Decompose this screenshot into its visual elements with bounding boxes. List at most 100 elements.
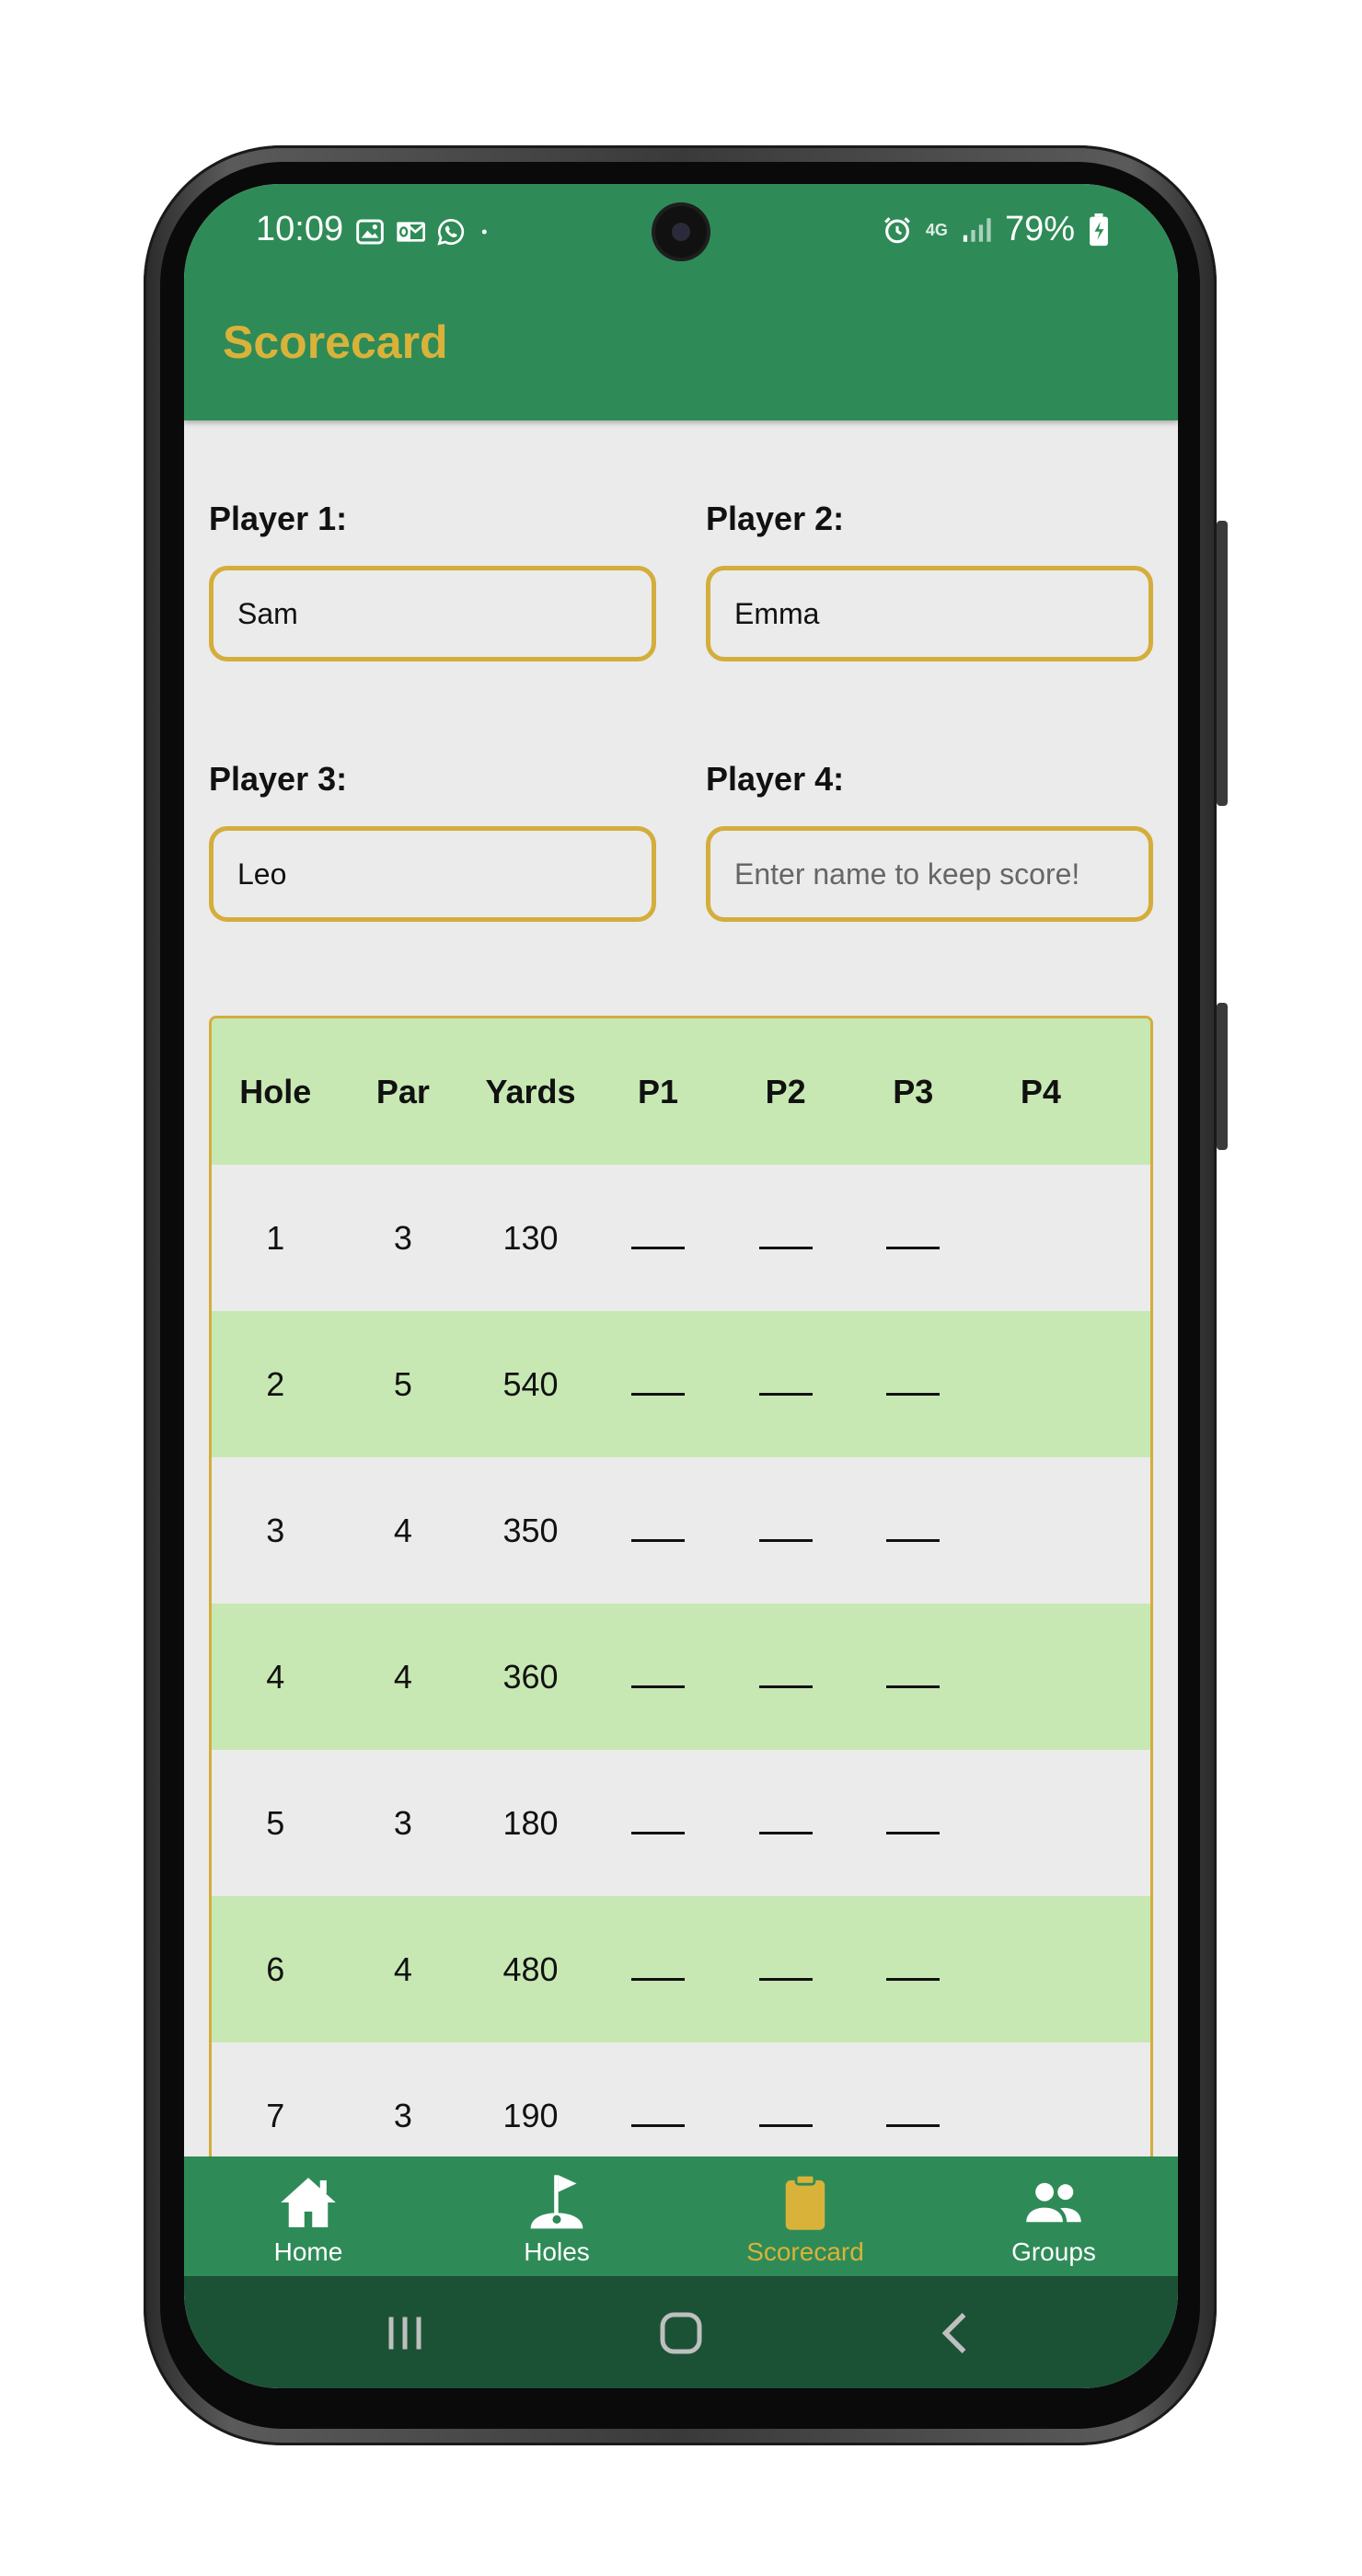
p2-score-blank[interactable] xyxy=(758,1663,813,1688)
p3-score-cell[interactable] xyxy=(849,2097,977,2135)
nav-label-groups: Groups xyxy=(1011,2237,1096,2266)
p1-score-blank[interactable] xyxy=(631,1956,686,1981)
p2-score-blank[interactable] xyxy=(758,1956,813,1981)
p3-score-blank[interactable] xyxy=(886,1810,941,1834)
status-bar: 10:09 4G 79% xyxy=(184,184,1178,281)
p2-score-cell[interactable] xyxy=(721,1804,849,1843)
p2-score-blank[interactable] xyxy=(758,1371,813,1396)
hole-number: 6 xyxy=(266,1949,285,1988)
p3-score-blank[interactable] xyxy=(886,2102,941,2127)
home-icon xyxy=(281,2178,336,2227)
player-2-field-group: Player 2: xyxy=(706,500,1153,661)
system-navigation-bar xyxy=(184,2276,1178,2388)
p3-score-blank[interactable] xyxy=(886,1517,941,1542)
hole-yards: 180 xyxy=(502,1803,559,1842)
p3-score-cell[interactable] xyxy=(849,1512,977,1550)
hole-par: 3 xyxy=(393,1803,412,1842)
p1-score-blank[interactable] xyxy=(631,1517,686,1542)
hole-par: 4 xyxy=(393,1511,412,1549)
nav-item-scorecard[interactable]: Scorecard xyxy=(681,2156,929,2276)
p1-score-cell[interactable] xyxy=(594,1365,722,1404)
p3-score-cell[interactable] xyxy=(849,1804,977,1843)
nav-item-groups[interactable]: Groups xyxy=(929,2156,1178,2276)
player-4-field-group: Player 4: xyxy=(706,760,1153,922)
hole-number: 2 xyxy=(266,1364,285,1403)
header-p1: P1 xyxy=(638,1072,679,1110)
p2-score-blank[interactable] xyxy=(758,1225,813,1249)
hole-yards: 360 xyxy=(502,1657,559,1696)
player-2-input[interactable] xyxy=(706,566,1153,661)
hole-yards: 540 xyxy=(502,1364,559,1403)
table-row: 2 5 540 xyxy=(212,1311,1150,1457)
p3-score-blank[interactable] xyxy=(886,1956,941,1981)
p2-score-cell[interactable] xyxy=(721,1658,849,1696)
p3-score-blank[interactable] xyxy=(886,1371,941,1396)
home-button-icon[interactable] xyxy=(653,2306,709,2361)
hole-par: 3 xyxy=(393,2096,412,2134)
bottom-navigation: Home Holes Scorecard Groups xyxy=(184,2156,1178,2276)
p3-score-blank[interactable] xyxy=(886,1663,941,1688)
nav-item-home[interactable]: Home xyxy=(184,2156,433,2276)
hole-par: 4 xyxy=(393,1949,412,1988)
p1-score-blank[interactable] xyxy=(631,1225,686,1249)
page-title: Scorecard xyxy=(223,316,448,368)
p2-score-cell[interactable] xyxy=(721,1219,849,1258)
player-4-input[interactable] xyxy=(706,826,1153,922)
p1-score-blank[interactable] xyxy=(631,2102,686,2127)
player-3-input[interactable] xyxy=(209,826,656,922)
volume-button xyxy=(1217,521,1228,806)
p3-score-cell[interactable] xyxy=(849,1365,977,1404)
signal-icon xyxy=(963,217,991,242)
player-3-label: Player 3: xyxy=(209,760,348,798)
header-p2: P2 xyxy=(765,1072,806,1110)
recent-apps-icon[interactable] xyxy=(377,2306,433,2361)
back-icon[interactable] xyxy=(929,2306,985,2361)
p1-score-cell[interactable] xyxy=(594,1950,722,1989)
p1-score-blank[interactable] xyxy=(631,1371,686,1396)
scorecard-content: Player 1: Player 2: Player 3: Player 4: … xyxy=(184,420,1178,2338)
p1-score-cell[interactable] xyxy=(594,1512,722,1550)
p1-score-cell[interactable] xyxy=(594,2097,722,2135)
p2-score-blank[interactable] xyxy=(758,1810,813,1834)
player-2-label: Player 2: xyxy=(706,500,845,537)
p3-score-cell[interactable] xyxy=(849,1950,977,1989)
status-right: 4G 79% xyxy=(882,210,1110,249)
scorecard-table: Hole Par Yards P1 P2 P3 P4 1 3 130 2 5 5… xyxy=(209,1016,1153,2338)
table-row: 5 3 180 xyxy=(212,1750,1150,1896)
p2-score-blank[interactable] xyxy=(758,1517,813,1542)
p1-score-cell[interactable] xyxy=(594,1219,722,1258)
p2-score-cell[interactable] xyxy=(721,1365,849,1404)
header-hole: Hole xyxy=(239,1072,312,1110)
hole-yards: 130 xyxy=(502,1218,559,1257)
nav-item-holes[interactable]: Holes xyxy=(433,2156,681,2276)
hole-number: 7 xyxy=(266,2096,285,2134)
header-p4: P4 xyxy=(1020,1072,1061,1110)
screen: 10:09 4G 79% Scorecard Player 1: Player … xyxy=(184,184,1178,2388)
notification-icons xyxy=(355,217,495,247)
groups-icon xyxy=(1026,2182,1081,2223)
p1-score-cell[interactable] xyxy=(594,1658,722,1696)
status-time: 10:09 xyxy=(256,210,344,248)
p3-score-cell[interactable] xyxy=(849,1219,977,1258)
app-bar: Scorecard xyxy=(184,281,1178,420)
p2-score-cell[interactable] xyxy=(721,1512,849,1550)
hole-number: 4 xyxy=(266,1657,285,1696)
p1-score-blank[interactable] xyxy=(631,1810,686,1834)
p1-score-blank[interactable] xyxy=(631,1663,686,1688)
hole-number: 3 xyxy=(266,1511,285,1549)
table-row: 1 3 130 xyxy=(212,1165,1150,1311)
p2-score-cell[interactable] xyxy=(721,1950,849,1989)
hole-par: 5 xyxy=(393,1364,412,1403)
hole-yards: 190 xyxy=(502,2096,559,2134)
p3-score-blank[interactable] xyxy=(886,1225,941,1249)
player-1-input[interactable] xyxy=(209,566,656,661)
p1-score-cell[interactable] xyxy=(594,1804,722,1843)
table-row: 4 4 360 xyxy=(212,1604,1150,1750)
p2-score-blank[interactable] xyxy=(758,2102,813,2127)
header-par: Par xyxy=(375,1072,430,1110)
clipboard-icon xyxy=(785,2173,825,2230)
hole-yards: 350 xyxy=(502,1511,559,1549)
p2-score-cell[interactable] xyxy=(721,2097,849,2135)
header-yards: Yards xyxy=(485,1072,576,1110)
p3-score-cell[interactable] xyxy=(849,1658,977,1696)
